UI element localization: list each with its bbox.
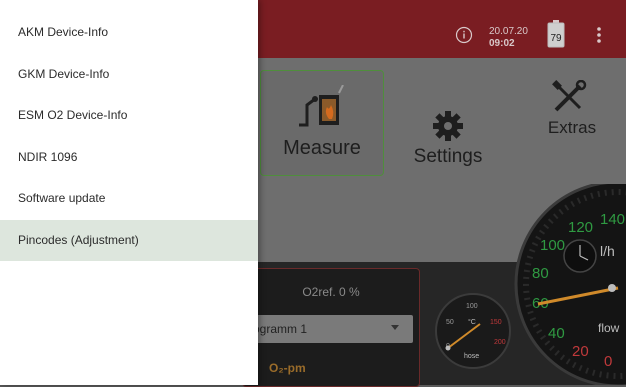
flow-needle-hub [608, 284, 616, 292]
flow-unit: l/h [600, 243, 615, 259]
measure-label: Measure [283, 137, 361, 159]
hose-tick-100: 100 [466, 303, 478, 310]
status-date: 20.07.20 [489, 26, 528, 37]
menu-item-pincodes-adjustment[interactable]: Pincodes (Adjustment) [0, 220, 258, 261]
mode-label: O₂-pm [269, 361, 306, 375]
flow-caption: flow [598, 321, 620, 335]
hose-tick-200: 200 [494, 339, 506, 346]
navigation-drawer: AKM Device-Info GKM Device-Info ESM O2 D… [0, 0, 258, 385]
program-select-value: ogramm 1 [253, 322, 308, 336]
hose-tick-50: 50 [446, 319, 454, 326]
settings-label: Settings [413, 146, 483, 167]
menu-item-software-update[interactable]: Software update [0, 178, 258, 219]
measure-icon [299, 85, 344, 127]
extras-label: Extras [547, 118, 597, 137]
extras-tile[interactable]: Extras [530, 72, 614, 172]
flow-tick-80: 80 [532, 265, 549, 282]
flow-tick-140: 140 [600, 211, 625, 228]
measure-tile[interactable]: Measure [260, 70, 384, 176]
battery-level: 79 [550, 33, 562, 44]
settings-tile[interactable]: Settings [400, 80, 496, 180]
flow-gauge: 140 120 100 80 60 40 20 0 l/h flow [514, 184, 626, 385]
chevron-down-icon [391, 325, 399, 330]
flow-tick-120: 120 [568, 219, 593, 236]
menu-item-gkm-device-info[interactable]: GKM Device-Info [0, 54, 258, 95]
program-select[interactable]: ogramm 1 [247, 315, 413, 343]
o2ref-text: O2ref. 0 % [302, 285, 360, 299]
hose-needle-hub [445, 345, 451, 351]
battery-icon: 79 [547, 20, 565, 48]
gear-icon [433, 111, 463, 141]
menu-item-esm-o2-device-info[interactable]: ESM O2 Device-Info [0, 95, 258, 136]
info-icon[interactable] [455, 26, 473, 44]
flow-tick-20: 20 [572, 343, 589, 360]
tools-icon [552, 80, 587, 112]
hose-caption: hose [464, 353, 479, 360]
flow-tick-40: 40 [548, 325, 565, 342]
hose-tick-150: 150 [490, 319, 502, 326]
program-panel: O2ref. 0 % ogramm 1 O₂-pm [242, 268, 420, 387]
status-time: 09:02 [489, 38, 515, 49]
menu-item-ndir-1096[interactable]: NDIR 1096 [0, 137, 258, 178]
menu-item-akm-device-info[interactable]: AKM Device-Info [0, 12, 258, 53]
flow-tick-100: 100 [540, 237, 565, 254]
hose-temperature-gauge: 50 100 150 200 0 °C hose [435, 293, 511, 369]
hose-unit: °C [468, 318, 476, 326]
overflow-menu-icon[interactable] [594, 26, 604, 44]
flow-tick-0: 0 [604, 353, 612, 370]
